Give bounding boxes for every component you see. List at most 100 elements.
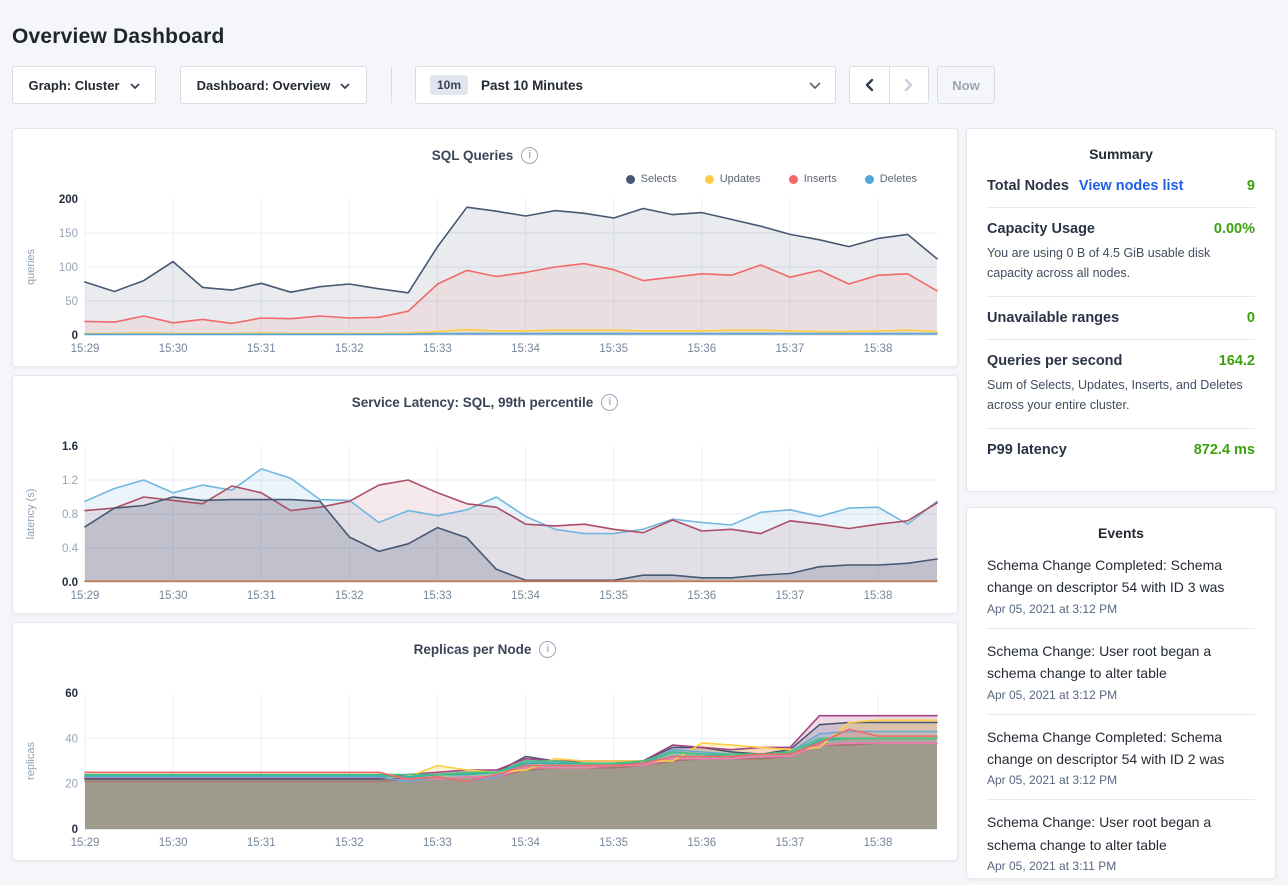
svg-text:15:31: 15:31 — [247, 837, 276, 849]
svg-text:150: 150 — [59, 228, 78, 240]
svg-text:1.6: 1.6 — [62, 441, 78, 453]
view-nodes-list-link[interactable]: View nodes list — [1079, 178, 1184, 194]
summary-value: 0.00% — [1214, 221, 1255, 237]
y-axis-label: replicas — [25, 742, 37, 780]
summary-row-capacity-usage: Capacity Usage 0.00% You are using 0 B o… — [987, 207, 1255, 296]
summary-label: P99 latency — [987, 442, 1067, 458]
svg-text:15:32: 15:32 — [335, 343, 364, 355]
y-axis-label: queries — [25, 249, 37, 285]
svg-text:15:38: 15:38 — [864, 590, 893, 602]
summary-panel: Summary Total Nodes View nodes list 9 Ca… — [966, 128, 1276, 492]
svg-text:15:34: 15:34 — [511, 590, 540, 602]
svg-text:15:34: 15:34 — [511, 837, 540, 849]
svg-text:15:30: 15:30 — [159, 590, 188, 602]
svg-text:0.0: 0.0 — [62, 577, 78, 589]
svg-text:15:33: 15:33 — [423, 343, 452, 355]
legend-item-updates[interactable]: Updates — [705, 173, 761, 185]
chart-title-sql-queries: SQL Queries — [432, 148, 514, 163]
svg-text:15:30: 15:30 — [159, 837, 188, 849]
svg-text:40: 40 — [65, 733, 78, 745]
event-item[interactable]: Schema Change Completed: Schema change o… — [987, 548, 1255, 628]
summary-row-unavailable-ranges: Unavailable ranges 0 — [987, 296, 1255, 339]
svg-text:15:36: 15:36 — [687, 343, 716, 355]
event-item[interactable]: Schema Change: User root began a schema … — [987, 799, 1255, 885]
svg-text:0: 0 — [72, 330, 78, 342]
summary-label: Unavailable ranges — [987, 310, 1119, 326]
legend-dot — [705, 175, 714, 184]
svg-text:1.2: 1.2 — [62, 475, 78, 487]
summary-value: 0 — [1247, 310, 1255, 326]
summary-row-queries-per-second: Queries per second 164.2 Sum of Selects,… — [987, 339, 1255, 428]
legend-item-inserts[interactable]: Inserts — [789, 173, 837, 185]
legend-dot — [789, 175, 798, 184]
svg-text:15:36: 15:36 — [687, 837, 716, 849]
info-icon[interactable]: i — [521, 147, 538, 164]
svg-text:15:35: 15:35 — [599, 590, 628, 602]
time-range-badge: 10m — [430, 75, 468, 95]
legend-item-deletes[interactable]: Deletes — [865, 173, 917, 185]
svg-text:0.4: 0.4 — [62, 543, 79, 555]
svg-text:20: 20 — [65, 779, 78, 791]
svg-text:15:33: 15:33 — [423, 837, 452, 849]
svg-text:15:33: 15:33 — [423, 590, 452, 602]
svg-text:15:38: 15:38 — [864, 837, 893, 849]
event-timestamp: Apr 05, 2021 at 3:12 PM — [987, 602, 1255, 616]
info-icon[interactable]: i — [601, 394, 618, 411]
legend-item-selects[interactable]: Selects — [626, 173, 677, 185]
sql-queries-panel: SQL Queries i Selects Updates Inserts Delet… — [12, 128, 958, 367]
time-range-selector[interactable]: 10m Past 10 Minutes — [415, 66, 836, 104]
svg-text:15:35: 15:35 — [599, 837, 628, 849]
chevron-down-icon — [130, 78, 140, 93]
graph-dropdown-label: Graph: Cluster — [28, 78, 119, 93]
chart-title-replicas: Replicas per Node — [414, 642, 532, 657]
event-message: Schema Change Completed: Schema change o… — [987, 554, 1255, 599]
summary-label: Capacity Usage — [987, 221, 1095, 237]
svg-text:0.8: 0.8 — [62, 509, 78, 521]
info-icon[interactable]: i — [539, 641, 556, 658]
time-step-buttons — [849, 66, 929, 104]
time-range-label: Past 10 Minutes — [481, 78, 583, 93]
event-message: Schema Change: User root began a schema … — [987, 640, 1255, 685]
dashboard-dropdown[interactable]: Dashboard: Overview — [180, 66, 367, 104]
summary-row-p99-latency: P99 latency 872.4 ms — [987, 428, 1255, 471]
svg-text:15:35: 15:35 — [599, 343, 628, 355]
svg-text:15:29: 15:29 — [71, 837, 100, 849]
page-title: Overview Dashboard — [12, 25, 225, 49]
now-button[interactable]: Now — [937, 66, 995, 104]
event-message: Schema Change Completed: Schema change o… — [987, 726, 1255, 771]
graph-dropdown[interactable]: Graph: Cluster — [12, 66, 156, 104]
summary-value: 164.2 — [1219, 353, 1255, 369]
svg-text:15:32: 15:32 — [335, 837, 364, 849]
chart-legend — [13, 661, 957, 685]
toolbar-divider — [391, 67, 392, 103]
chart-legend — [13, 414, 957, 438]
summary-description: Sum of Selects, Updates, Inserts, and De… — [987, 375, 1255, 415]
replicas-per-node-panel: Replicas per Node i replicas 15:2915:301… — [12, 622, 958, 861]
svg-text:15:34: 15:34 — [511, 343, 540, 355]
chart-legend: Selects Updates Inserts Deletes — [13, 167, 957, 191]
event-timestamp: Apr 05, 2021 at 3:12 PM — [987, 688, 1255, 702]
legend-label: Deletes — [880, 173, 917, 185]
summary-label: Total Nodes — [987, 178, 1069, 194]
event-item[interactable]: Schema Change: User root began a schema … — [987, 628, 1255, 714]
summary-row-total-nodes: Total Nodes View nodes list 9 — [987, 169, 1255, 207]
summary-value: 872.4 ms — [1194, 442, 1255, 458]
svg-text:60: 60 — [65, 688, 78, 700]
dashboard-dropdown-label: Dashboard: Overview — [197, 78, 331, 93]
svg-text:15:37: 15:37 — [775, 837, 804, 849]
svg-text:200: 200 — [59, 194, 78, 206]
legend-dot — [626, 175, 635, 184]
svg-text:15:29: 15:29 — [71, 590, 100, 602]
step-back-button[interactable] — [850, 67, 889, 103]
events-title: Events — [967, 508, 1275, 548]
chart-title-service-latency: Service Latency: SQL, 99th percentile — [352, 395, 594, 410]
events-panel: Events Schema Change Completed: Schema c… — [966, 507, 1276, 879]
service-latency-panel: Service Latency: SQL, 99th percentile i … — [12, 375, 958, 614]
service-latency-chart: 15:2915:3015:3115:3215:3315:3415:3515:36… — [39, 438, 957, 610]
replicas-per-node-chart: 15:29 15:30 15:31 15:32 15:33 15:34 15:35 15:36… — [39, 685, 957, 857]
svg-text:50: 50 — [65, 296, 78, 308]
svg-text:100: 100 — [59, 262, 78, 274]
event-item[interactable]: Schema Change Completed: Schema change o… — [987, 714, 1255, 800]
step-forward-button[interactable] — [889, 67, 929, 103]
summary-label: Queries per second — [987, 353, 1122, 369]
